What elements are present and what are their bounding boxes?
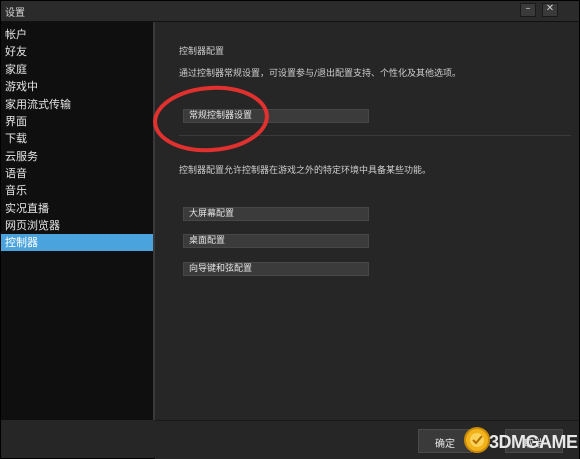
sidebar-item-label: 网页浏览器 bbox=[5, 219, 60, 232]
sidebar-item-music[interactable]: 音乐 bbox=[1, 182, 153, 199]
minimize-icon: – bbox=[525, 3, 531, 14]
sidebar-item-label: 下载 bbox=[5, 132, 27, 145]
sidebar-item-home-streaming[interactable]: 家用流式传输 bbox=[1, 96, 153, 113]
big-picture-config-button[interactable]: 大屏幕配置 bbox=[183, 207, 369, 221]
sidebar-item-label: 音乐 bbox=[5, 184, 27, 197]
sidebar-item-label: 语音 bbox=[5, 167, 27, 180]
site-watermark: 3DMGAME bbox=[463, 425, 578, 457]
guide-chord-config-button[interactable]: 向导键和弦配置 bbox=[183, 262, 369, 276]
controller-settings-panel: 控制器配置 通过控制器常规设置，可设置参与/退出配置支持、个性化及其他选项。 常… bbox=[155, 22, 579, 420]
watermark-text: 3DMGAME bbox=[489, 432, 578, 452]
sidebar-item-friends[interactable]: 好友 bbox=[1, 43, 153, 60]
title-bar[interactable]: 设置 – ✕ bbox=[1, 1, 579, 22]
coin-logo-icon bbox=[464, 427, 490, 453]
sidebar-item-interface[interactable]: 界面 bbox=[1, 113, 153, 130]
sidebar-item-label: 好友 bbox=[5, 45, 27, 58]
sidebar-item-label: 帐户 bbox=[5, 28, 27, 41]
settings-window: 设置 – ✕ 帐户 好友 家庭 游戏中 家用流式传输 界面 下载 云服务 语音 … bbox=[0, 0, 580, 459]
sidebar-item-label: 家用流式传输 bbox=[5, 98, 71, 111]
sidebar-item-downloads[interactable]: 下载 bbox=[1, 130, 153, 147]
general-settings-description: 通过控制器常规设置，可设置参与/退出配置支持、个性化及其他选项。 bbox=[179, 69, 462, 79]
sidebar-item-label: 控制器 bbox=[5, 236, 38, 249]
close-icon: ✕ bbox=[545, 3, 555, 14]
configuration-description: 控制器配置允许控制器在游戏之外的特定环境中具备某些功能。 bbox=[179, 166, 432, 176]
section-heading: 控制器配置 bbox=[179, 47, 225, 57]
sidebar-item-broadcasting[interactable]: 实况直播 bbox=[1, 200, 153, 217]
button-label: 大屏幕配置 bbox=[189, 209, 235, 219]
window-title: 设置 bbox=[5, 8, 25, 19]
sidebar-item-account[interactable]: 帐户 bbox=[1, 26, 153, 43]
sidebar-item-web-browser[interactable]: 网页浏览器 bbox=[1, 217, 153, 234]
desktop-config-button[interactable]: 桌面配置 bbox=[183, 234, 369, 248]
sidebar-item-in-game[interactable]: 游戏中 bbox=[1, 78, 153, 95]
close-button[interactable]: ✕ bbox=[542, 3, 558, 17]
sidebar-item-label: 界面 bbox=[5, 115, 27, 128]
sidebar-item-label: 实况直播 bbox=[5, 202, 49, 215]
sidebar-item-label: 家庭 bbox=[5, 63, 27, 76]
sidebar-item-label: 游戏中 bbox=[5, 80, 38, 93]
sidebar-item-cloud[interactable]: 云服务 bbox=[1, 148, 153, 165]
button-label: 桌面配置 bbox=[189, 236, 226, 246]
sidebar-item-voice[interactable]: 语音 bbox=[1, 165, 153, 182]
button-label: 向导键和弦配置 bbox=[189, 264, 253, 274]
minimize-button[interactable]: – bbox=[520, 3, 536, 17]
sidebar-item-label: 云服务 bbox=[5, 150, 38, 163]
settings-sidebar: 帐户 好友 家庭 游戏中 家用流式传输 界面 下载 云服务 语音 音乐 实况直播… bbox=[1, 22, 153, 420]
highlight-ellipse bbox=[153, 85, 269, 153]
sidebar-item-controller[interactable]: 控制器 bbox=[1, 234, 153, 251]
sidebar-item-family[interactable]: 家庭 bbox=[1, 61, 153, 78]
